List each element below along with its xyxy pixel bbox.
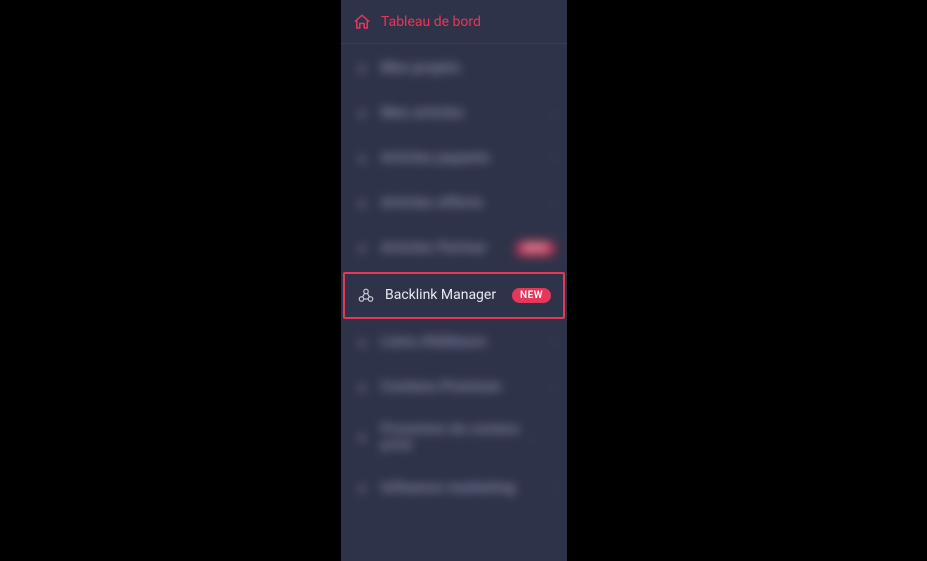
promo-icon bbox=[353, 429, 371, 447]
dashboard-label: Tableau de bord bbox=[381, 14, 481, 30]
sidebar-item-articles-offerts[interactable]: Articles offerts › bbox=[341, 181, 567, 226]
paid-icon bbox=[353, 150, 371, 168]
premium-icon bbox=[353, 379, 371, 397]
home-icon bbox=[353, 13, 371, 31]
sidebar-item-label: Influence marketing bbox=[381, 480, 542, 497]
sidebar-item-label: Mes articles bbox=[381, 105, 542, 122]
sidebar-item-influence-marketing[interactable]: Influence marketing › bbox=[341, 466, 567, 511]
sidebar-item-articles-payants[interactable]: Articles payants › bbox=[341, 136, 567, 181]
articles-icon bbox=[353, 105, 371, 123]
chevron-right-icon: › bbox=[552, 152, 555, 165]
chevron-right-icon: › bbox=[552, 107, 555, 120]
sidebar-item-mes-articles[interactable]: Mes articles › bbox=[341, 91, 567, 136]
chevron-right-icon: › bbox=[552, 336, 555, 349]
sidebar-item-backlink-manager[interactable]: Backlink Manager NEW bbox=[343, 272, 565, 319]
sidebar-item-liens-editeurs[interactable]: Liens d'éditeurs › bbox=[341, 320, 567, 365]
new-badge: NEW bbox=[516, 241, 555, 256]
sidebar-item-label: Articles payants bbox=[381, 150, 542, 167]
chevron-right-icon: › bbox=[552, 381, 555, 394]
sidebar-item-label: Promotion de contenu privé bbox=[381, 422, 521, 455]
sidebar-item-dashboard[interactable]: Tableau de bord bbox=[341, 0, 567, 44]
new-badge: NEW bbox=[512, 288, 551, 303]
influence-icon bbox=[353, 480, 371, 498]
partner-icon bbox=[353, 240, 371, 258]
sidebar-menu: Mes projets Mes articles › Articles paya… bbox=[341, 44, 567, 561]
chevron-right-icon: › bbox=[552, 482, 555, 495]
gift-icon bbox=[353, 195, 371, 213]
sidebar-item-label: Articles Partner bbox=[381, 240, 506, 257]
sidebar-item-mes-projets[interactable]: Mes projets bbox=[341, 46, 567, 91]
link-cluster-icon bbox=[357, 287, 375, 305]
sidebar-item-label: Backlink Manager bbox=[385, 287, 502, 304]
sidebar-item-label: Mes projets bbox=[381, 60, 555, 77]
sidebar-item-label: Liens d'éditeurs bbox=[381, 334, 542, 351]
chevron-right-icon: › bbox=[531, 432, 534, 445]
sidebar-item-label: Contenu Premium bbox=[381, 379, 542, 396]
sidebar-item-promotion-contenu-prive[interactable]: Promotion de contenu privé › bbox=[341, 410, 567, 466]
sidebar-item-articles-partner[interactable]: Articles Partner NEW bbox=[341, 226, 567, 271]
sidebar-item-label: Articles offerts bbox=[381, 195, 542, 212]
link-icon bbox=[353, 334, 371, 352]
sidebar: Tableau de bord Mes projets Mes articles… bbox=[341, 0, 567, 561]
sidebar-item-contenu-premium[interactable]: Contenu Premium › bbox=[341, 365, 567, 410]
chevron-right-icon: › bbox=[552, 197, 555, 210]
projects-icon bbox=[353, 60, 371, 78]
